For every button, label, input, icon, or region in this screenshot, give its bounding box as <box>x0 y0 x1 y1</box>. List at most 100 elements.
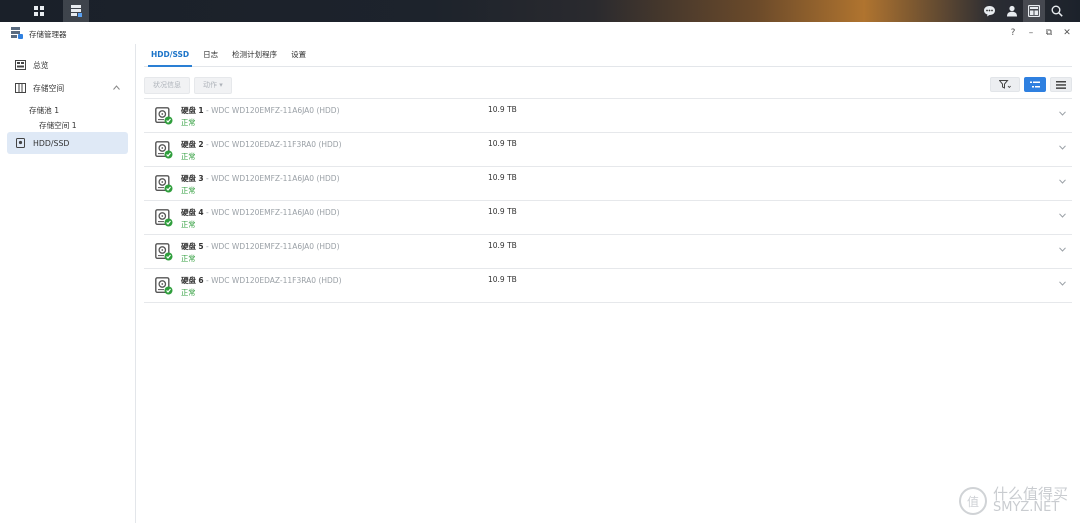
sidebar-item-volume-1[interactable]: 存储空间 1 <box>39 120 77 131</box>
disk-name: 硬盘 3 - WDC WD120EMFZ-11A6JA0 (HDD) <box>181 174 340 183</box>
disk-label: 硬盘 <box>181 106 196 115</box>
health-info-button[interactable]: 状况信息 <box>144 77 190 94</box>
disk-label: 硬盘 <box>181 242 196 251</box>
disk-label: 硬盘 <box>181 208 196 217</box>
disk-status: 正常 <box>181 186 196 195</box>
tab-settings[interactable]: 设置 <box>284 44 313 66</box>
window-titlebar: 存储管理器 ? – ⧉ ✕ <box>0 22 1080 44</box>
storage-manager-icon <box>71 5 82 17</box>
hdd-icon <box>15 138 25 148</box>
chevron-down-icon[interactable] <box>1059 213 1066 218</box>
disk-name: 硬盘 4 - WDC WD120EMFZ-11A6JA0 (HDD) <box>181 208 340 217</box>
disk-row[interactable]: 硬盘 2 - WDC WD120EDAZ-11F3RA0 (HDD) 正常 10.9… <box>144 133 1072 167</box>
disk-status: 正常 <box>181 152 196 161</box>
storage-icon <box>14 83 26 93</box>
sidebar-item-pool-1[interactable]: 存储池 1 <box>29 105 59 116</box>
disk-model: WDC WD120EMFZ-11A6JA0 (HDD) <box>211 174 340 183</box>
grid-icon <box>34 6 44 16</box>
disk-size: 10.9 TB <box>488 173 517 182</box>
sidebar-item-label: 存储空间 <box>33 83 65 93</box>
disk-status: 正常 <box>181 288 196 297</box>
close-button[interactable]: ✕ <box>1060 25 1074 41</box>
disk-model: WDC WD120EDAZ-11F3RA0 (HDD) <box>211 276 342 285</box>
list-view-icon <box>1056 80 1066 89</box>
disk-size: 10.9 TB <box>488 275 517 284</box>
hdd-status-icon <box>155 277 173 295</box>
action-dropdown[interactable]: 动作 ▾ <box>194 77 232 94</box>
view-controls <box>990 77 1072 92</box>
watermark-text: 什么值得买 <box>992 485 1068 503</box>
main-menu-button[interactable] <box>20 0 58 22</box>
toolbar: 状况信息 动作 ▾ <box>144 77 232 94</box>
tree-view-button[interactable] <box>1024 77 1046 92</box>
disk-row[interactable]: 硬盘 4 - WDC WD120EMFZ-11A6JA0 (HDD) 正常 10.9… <box>144 201 1072 235</box>
disk-row[interactable]: 硬盘 6 - WDC WD120EDAZ-11F3RA0 (HDD) 正常 10.9… <box>144 269 1072 303</box>
hdd-status-icon <box>155 175 173 193</box>
disk-label: 硬盘 <box>181 174 196 183</box>
disk-name: 硬盘 6 - WDC WD120EDAZ-11F3RA0 (HDD) <box>181 276 342 285</box>
disk-status: 正常 <box>181 118 196 127</box>
disk-name: 硬盘 5 - WDC WD120EMFZ-11A6JA0 (HDD) <box>181 242 340 251</box>
disk-status: 正常 <box>181 254 196 263</box>
tab-test-scheduler[interactable]: 检测计划程序 <box>225 44 284 66</box>
tree-view-icon <box>1030 81 1040 87</box>
hdd-status-icon <box>155 141 173 159</box>
disk-status: 正常 <box>181 220 196 229</box>
disk-name: 硬盘 1 - WDC WD120EMFZ-11A6JA0 (HDD) <box>181 106 340 115</box>
chevron-down-icon[interactable] <box>1059 247 1066 252</box>
main-panel: HDD/SSD 日志 检测计划程序 设置 状况信息 动作 ▾ 硬盘 1 - WD… <box>136 44 1080 523</box>
disk-size: 10.9 TB <box>488 105 517 114</box>
disk-size: 10.9 TB <box>488 241 517 250</box>
disk-size: 10.9 TB <box>488 207 517 216</box>
sidebar-item-hdd-ssd[interactable]: HDD/SSD <box>7 132 128 154</box>
filter-icon <box>999 80 1011 89</box>
hdd-status-icon <box>155 243 173 261</box>
hdd-status-icon <box>155 107 173 125</box>
chat-icon <box>983 6 995 17</box>
disk-label: 硬盘 <box>181 140 196 149</box>
chevron-up-icon[interactable] <box>113 85 120 90</box>
search-button[interactable] <box>1046 0 1068 22</box>
window-title: 存储管理器 <box>29 30 67 39</box>
help-button[interactable]: ? <box>1006 25 1020 41</box>
watermark-logo: 值 <box>958 487 987 515</box>
sidebar: 总览 存储空间 存储池 1 存储空间 1 HDD/SSD <box>0 44 136 523</box>
tab-hdd-ssd[interactable]: HDD/SSD <box>144 44 196 67</box>
taskbar <box>0 0 1080 22</box>
storage-manager-window: 存储管理器 ? – ⧉ ✕ 总览 存储空间 存储池 1 存储空间 1 HDD/S… <box>0 22 1080 523</box>
disk-row[interactable]: 硬盘 3 - WDC WD120EMFZ-11A6JA0 (HDD) 正常 10.9… <box>144 167 1072 201</box>
sidebar-item-storage[interactable]: 存储空间 <box>7 77 128 99</box>
restore-button[interactable]: ⧉ <box>1042 25 1056 41</box>
search-icon <box>1051 5 1063 17</box>
tab-log[interactable]: 日志 <box>196 44 225 66</box>
overview-icon <box>14 60 26 70</box>
chat-button[interactable] <box>978 0 1000 22</box>
watermark-site: SMYZ.NET <box>992 500 1060 515</box>
disk-label: 硬盘 <box>181 276 196 285</box>
user-button[interactable] <box>1001 0 1023 22</box>
user-icon <box>1007 5 1017 17</box>
taskbar-storage-manager[interactable] <box>63 0 89 22</box>
minimize-button[interactable]: – <box>1024 25 1038 41</box>
disk-model: WDC WD120EMFZ-11A6JA0 (HDD) <box>211 208 340 217</box>
widgets-button[interactable] <box>1023 0 1045 22</box>
watermark: 值 什么值得买 SMYZ.NET <box>958 485 1068 515</box>
list-view-button[interactable] <box>1050 77 1072 92</box>
chevron-down-icon[interactable] <box>1059 145 1066 150</box>
disk-list: 硬盘 1 - WDC WD120EMFZ-11A6JA0 (HDD) 正常 10.9… <box>144 98 1072 303</box>
sidebar-item-label: HDD/SSD <box>33 138 70 148</box>
storage-manager-app-icon <box>11 27 23 39</box>
chevron-down-icon[interactable] <box>1059 179 1066 184</box>
disk-name: 硬盘 2 - WDC WD120EDAZ-11F3RA0 (HDD) <box>181 140 342 149</box>
filter-button[interactable] <box>990 77 1020 92</box>
disk-model: WDC WD120EMFZ-11A6JA0 (HDD) <box>211 242 340 251</box>
sidebar-item-overview[interactable]: 总览 <box>7 54 128 76</box>
disk-model: WDC WD120EDAZ-11F3RA0 (HDD) <box>211 140 342 149</box>
chevron-down-icon[interactable] <box>1059 281 1066 286</box>
disk-row[interactable]: 硬盘 5 - WDC WD120EMFZ-11A6JA0 (HDD) 正常 10.9… <box>144 235 1072 269</box>
disk-size: 10.9 TB <box>488 139 517 148</box>
tab-bar: HDD/SSD 日志 检测计划程序 设置 <box>144 44 1072 67</box>
chevron-down-icon[interactable] <box>1059 111 1066 116</box>
disk-row[interactable]: 硬盘 1 - WDC WD120EMFZ-11A6JA0 (HDD) 正常 10.9… <box>144 98 1072 133</box>
widgets-icon <box>1028 5 1040 17</box>
